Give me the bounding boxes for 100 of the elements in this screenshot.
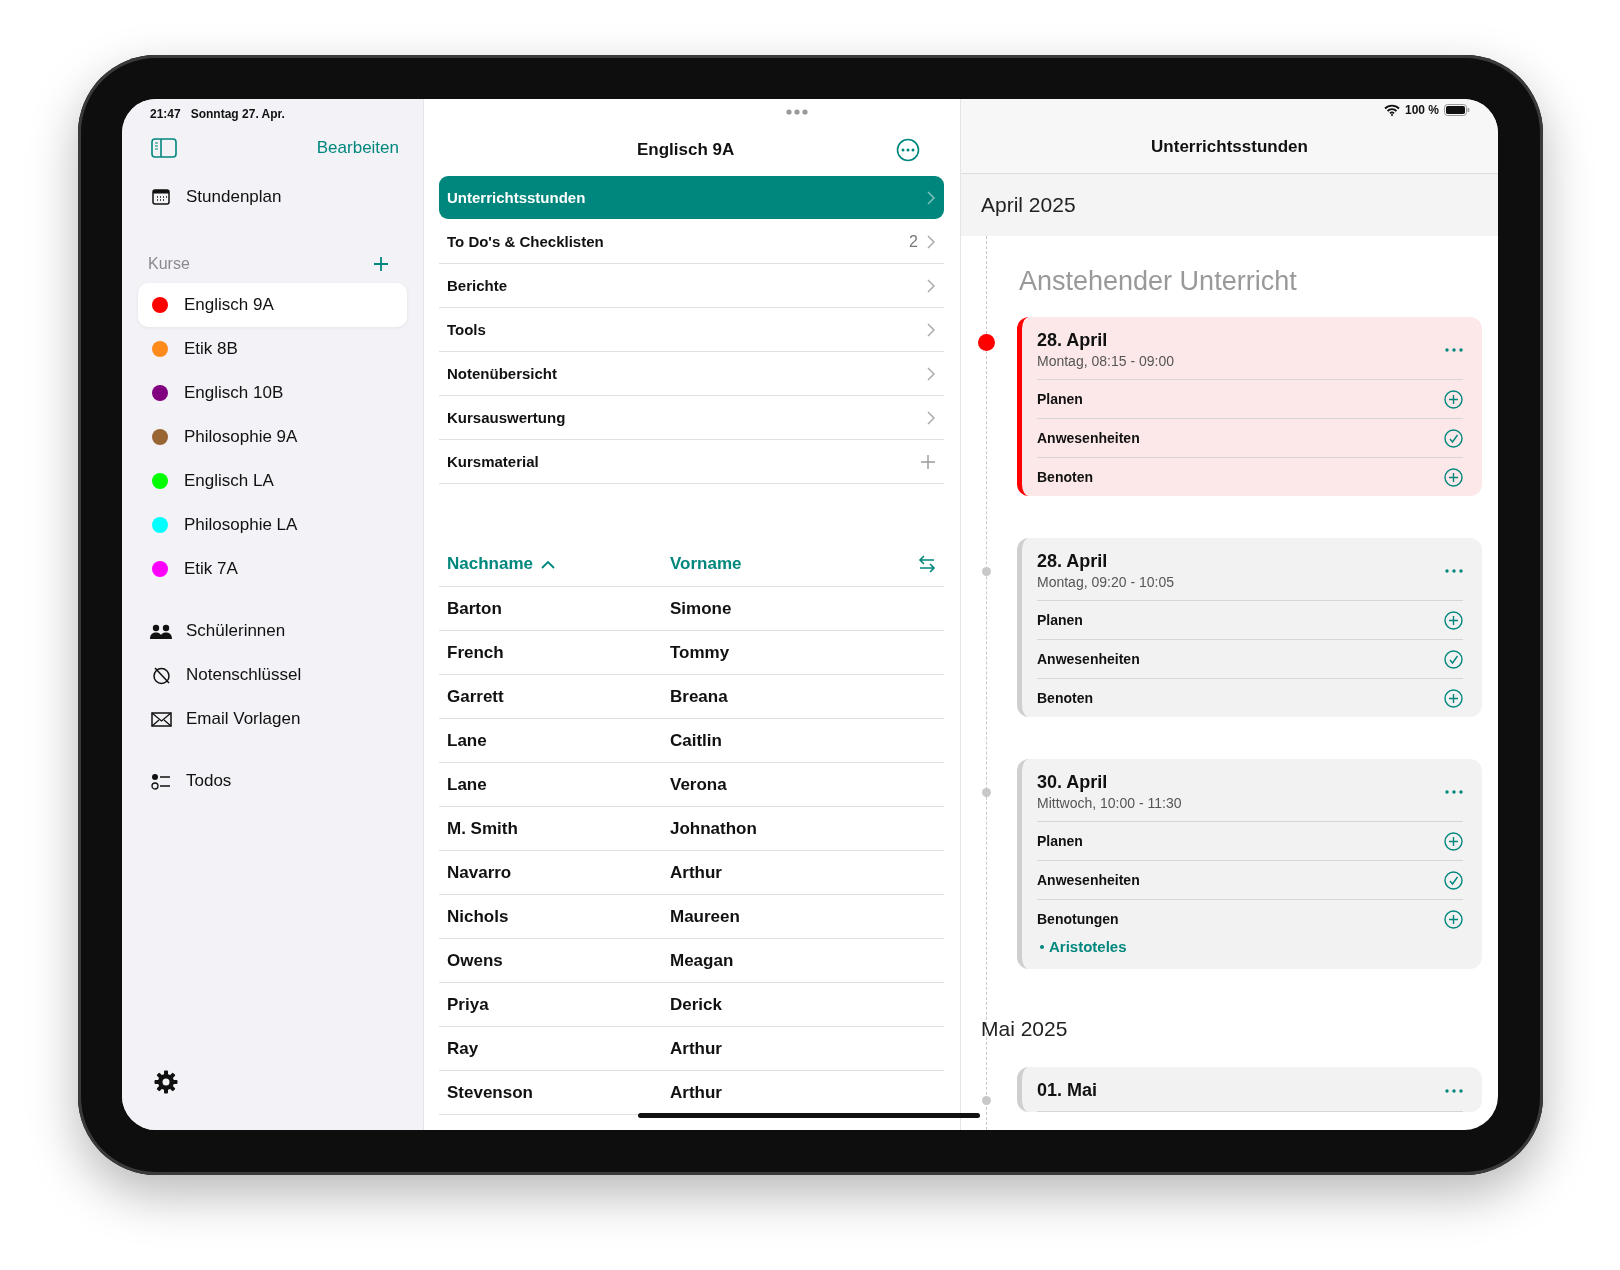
more-options-icon[interactable] bbox=[896, 137, 920, 162]
lesson-action[interactable]: Anwesenheiten bbox=[1037, 651, 1140, 667]
chevron-icon bbox=[927, 366, 935, 381]
menu-label: Kursauswertung bbox=[447, 409, 566, 426]
checkmark-circle-icon[interactable] bbox=[1444, 649, 1463, 669]
sidebar-item[interactable]: Schülerinnen bbox=[186, 621, 286, 641]
count-label: 2 bbox=[909, 232, 918, 251]
lesson-action[interactable]: Benotungen bbox=[1037, 911, 1119, 927]
menu-row[interactable]: Tools bbox=[439, 308, 944, 352]
table-cell: Tommy bbox=[670, 642, 730, 663]
menu-row[interactable]: Kursauswertung bbox=[439, 396, 944, 440]
bullet-icon bbox=[1040, 944, 1044, 949]
status-date: Sonntag 27. Apr. bbox=[190, 107, 285, 121]
sidebar-toggle-icon[interactable] bbox=[151, 138, 177, 158]
menu-row[interactable]: Berichte bbox=[439, 264, 944, 308]
add-circle-icon[interactable] bbox=[1444, 909, 1463, 929]
table-cell: Johnathon bbox=[670, 818, 757, 839]
course-title: Englisch 9A bbox=[637, 139, 735, 160]
lesson-time: Montag, 08:15 - 09:00 bbox=[1037, 353, 1174, 369]
chevron-icon bbox=[927, 322, 935, 337]
table-cell-text: Nichols bbox=[447, 906, 510, 927]
lesson-time: Mittwoch, 10:00 - 11:30 bbox=[1037, 795, 1182, 811]
panel-title: Unterrichtsstunden bbox=[1150, 137, 1309, 157]
sidebar-item[interactable]: Email Vorlagen bbox=[186, 709, 301, 729]
more-icon[interactable] bbox=[1445, 568, 1463, 573]
menu-row[interactable]: Notenübersicht bbox=[439, 352, 944, 396]
more-icon[interactable] bbox=[1445, 1088, 1463, 1093]
checkmark-circle-icon[interactable] bbox=[1444, 870, 1463, 890]
lesson-action[interactable]: Planen bbox=[1037, 833, 1083, 849]
sidebar-item[interactable]: Stundenplan bbox=[186, 187, 282, 207]
add-circle-icon[interactable] bbox=[1444, 389, 1463, 409]
table-cell: Verona bbox=[670, 774, 727, 795]
lesson-action[interactable]: Anwesenheiten bbox=[1037, 872, 1140, 888]
add-circle-icon[interactable] bbox=[1444, 610, 1463, 630]
course-name: Englisch LA bbox=[184, 471, 274, 491]
table-cell-text: M. Smith bbox=[447, 818, 519, 839]
chevron-icon bbox=[927, 190, 935, 205]
people-icon bbox=[150, 623, 172, 639]
status-time: 21:47 bbox=[150, 107, 181, 121]
column-header[interactable]: Vorname bbox=[670, 554, 742, 574]
more-icon[interactable] bbox=[1445, 347, 1463, 352]
table-cell-text: Stevenson bbox=[447, 1082, 534, 1103]
timeline-dot bbox=[982, 1096, 991, 1105]
menu-row[interactable]: To Do's & Checklisten 2 bbox=[439, 220, 944, 264]
add-circle-icon[interactable] bbox=[1444, 831, 1463, 851]
lesson-date: 28. April bbox=[1037, 330, 1109, 351]
lesson-action[interactable]: Planen bbox=[1037, 612, 1083, 628]
sidebar-item[interactable]: Notenschlüssel bbox=[186, 665, 302, 685]
table-cell-text: Lane bbox=[447, 774, 488, 795]
swap-arrows-icon[interactable] bbox=[918, 555, 936, 573]
table-cell: Maureen bbox=[670, 906, 740, 927]
lesson-action[interactable]: Anwesenheiten bbox=[1037, 430, 1140, 446]
student-link[interactable]: Aristoteles bbox=[1049, 938, 1127, 955]
course-row[interactable]: Englisch LA bbox=[138, 459, 407, 503]
edit-button[interactable]: Bearbeiten bbox=[316, 138, 399, 158]
lesson-date: 01. Mai bbox=[1037, 1080, 1098, 1101]
lesson-time: Montag, 09:20 - 10:05 bbox=[1037, 574, 1174, 590]
battery-icon bbox=[1444, 104, 1470, 116]
lesson-action[interactable]: Benoten bbox=[1037, 690, 1093, 706]
add-icon[interactable] bbox=[373, 256, 389, 272]
add-icon[interactable] bbox=[921, 454, 935, 469]
course-name: Philosophie 9A bbox=[184, 427, 298, 447]
course-row[interactable]: Etik 8B bbox=[138, 327, 407, 371]
wifi-icon bbox=[1383, 104, 1400, 116]
table-cell: Arthur bbox=[670, 1082, 722, 1103]
checklist-icon bbox=[150, 772, 172, 790]
add-circle-icon[interactable] bbox=[1444, 688, 1463, 708]
lesson-action[interactable]: Benoten bbox=[1037, 469, 1093, 485]
course-row[interactable]: Philosophie LA bbox=[138, 503, 407, 547]
course-row[interactable]: Englisch 10B bbox=[138, 371, 407, 415]
menu-row[interactable]: Kursmaterial bbox=[439, 440, 944, 484]
checkmark-circle-icon[interactable] bbox=[1444, 428, 1463, 448]
lesson-date: 30. April bbox=[1037, 772, 1109, 793]
course-row[interactable]: Etik 7A bbox=[138, 547, 407, 591]
course-row[interactable]: Philosophie 9A bbox=[138, 415, 407, 459]
month-header: Mai 2025 bbox=[980, 1016, 1069, 1042]
selected-course-item[interactable]: Englisch 9A bbox=[138, 283, 407, 327]
menu-row[interactable]: Unterrichtsstunden bbox=[439, 176, 944, 219]
menu-label: Kursmaterial bbox=[447, 453, 539, 470]
menu-label: To Do's & Checklisten bbox=[447, 233, 604, 250]
add-circle-icon[interactable] bbox=[1444, 467, 1463, 487]
sidebar-item[interactable]: Todos bbox=[186, 771, 232, 791]
current-lesson-dot bbox=[978, 334, 995, 351]
table-cell-text: French bbox=[447, 642, 505, 663]
lesson-action[interactable]: Planen bbox=[1037, 391, 1083, 407]
table-cell-text: Garrett bbox=[447, 686, 505, 707]
more-icon[interactable] bbox=[1445, 789, 1463, 794]
column-header[interactable]: Nachname bbox=[447, 554, 533, 574]
month-header: April 2025 bbox=[961, 174, 1498, 236]
section-header: Kurse bbox=[148, 255, 190, 273]
table-cell: Simone bbox=[670, 598, 732, 619]
course-name: Etik 8B bbox=[184, 339, 238, 359]
course-name: Englisch 9A bbox=[184, 295, 274, 315]
table-cell-text: Ray bbox=[447, 1038, 480, 1059]
multitasking-dots-icon[interactable] bbox=[785, 109, 808, 115]
course-name: Etik 7A bbox=[184, 559, 238, 579]
slashed-circle-icon bbox=[150, 665, 172, 685]
section-title: Anstehender Unterricht bbox=[1018, 265, 1297, 298]
table-cell-text: Navarro bbox=[447, 862, 513, 883]
chevron-icon bbox=[927, 234, 935, 249]
